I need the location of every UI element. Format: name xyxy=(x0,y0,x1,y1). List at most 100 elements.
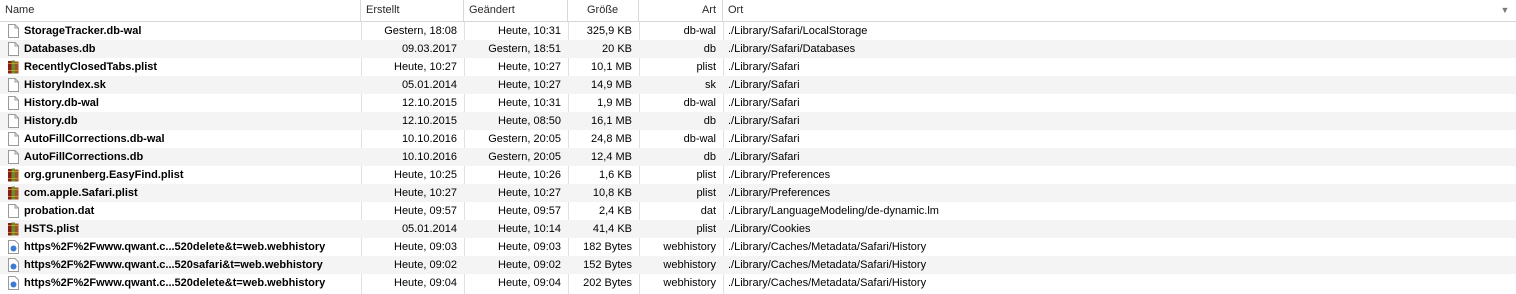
cell-modified: Heute, 10:31 xyxy=(498,25,561,37)
column-header-name[interactable]: Name xyxy=(0,0,361,21)
file-name: Databases.db xyxy=(24,43,96,55)
table-row[interactable]: https%2F%2Fwww.qwant.c...520safari&t=web… xyxy=(0,256,1516,274)
file-name: https%2F%2Fwww.qwant.c...520delete&t=web… xyxy=(24,241,326,253)
cell-size: 24,8 MB xyxy=(591,133,632,145)
plist-icon xyxy=(8,60,19,74)
file-name: History.db-wal xyxy=(24,97,99,109)
cell-location: ./Library/Safari xyxy=(728,61,800,73)
cell-name: RecentlyClosedTabs.plist xyxy=(0,58,361,76)
cell-kind: webhistory xyxy=(663,277,716,289)
column-header-modified[interactable]: Geändert xyxy=(464,0,568,21)
table-row[interactable]: HSTS.plist 05.01.2014 Heute, 10:14 41,4 KB p… xyxy=(0,220,1516,238)
chevron-down-icon[interactable]: ▼ xyxy=(1499,0,1511,21)
cell-size: 10,1 MB xyxy=(591,61,632,73)
cell-size: 41,4 KB xyxy=(592,223,632,235)
cell-created: Heute, 09:02 xyxy=(394,259,457,271)
table-row[interactable]: org.grunenberg.EasyFind.plist Heute, 10:2… xyxy=(0,166,1516,184)
file-name: History.db xyxy=(24,115,78,127)
cell-location: ./Library/Safari xyxy=(728,151,800,163)
cell-name: https%2F%2Fwww.qwant.c...520safari&t=web… xyxy=(0,256,361,274)
document-icon xyxy=(8,42,19,56)
cell-name: AutoFillCorrections.db-wal xyxy=(0,130,361,148)
cell-size: 12,4 MB xyxy=(591,151,632,163)
table-row[interactable]: com.apple.Safari.plist Heute, 10:27 Heute,… xyxy=(0,184,1516,202)
cell-kind: db xyxy=(703,115,716,127)
cell-created: 05.01.2014 xyxy=(401,79,457,91)
document-icon xyxy=(8,150,19,164)
table-row[interactable]: History.db 12.10.2015 Heute, 08:50 16,1 MB d… xyxy=(0,112,1516,130)
cell-kind: plist xyxy=(696,223,716,235)
table-row[interactable]: History.db-wal 12.10.2015 Heute, 10:31 1,9 … xyxy=(0,94,1516,112)
cell-location: ./Library/Safari/LocalStorage xyxy=(728,25,868,37)
cell-size: 1,6 KB xyxy=(598,169,632,181)
cell-location: ./Library/Cookies xyxy=(728,223,811,235)
document-icon xyxy=(8,78,19,92)
cell-created: Heute, 10:27 xyxy=(394,61,457,73)
cell-location: ./Library/Caches/Metadata/Safari/History xyxy=(728,241,927,253)
table-row[interactable]: StorageTracker.db-wal Gestern, 18:08 Heute… xyxy=(0,22,1516,40)
column-header-kind[interactable]: Art xyxy=(639,0,723,21)
document-icon xyxy=(8,204,19,218)
cell-modified: Heute, 09:04 xyxy=(498,277,561,289)
cell-location: ./Library/Preferences xyxy=(728,169,831,181)
table-row[interactable]: RecentlyClosedTabs.plist Heute, 10:27 Heut… xyxy=(0,58,1516,76)
cell-kind: db-wal xyxy=(683,25,716,37)
cell-modified: Heute, 10:27 xyxy=(498,61,561,73)
column-header-created[interactable]: Erstellt xyxy=(361,0,464,21)
cell-name: HistoryIndex.sk xyxy=(0,76,361,94)
document-icon xyxy=(8,96,19,110)
cell-created: Heute, 09:04 xyxy=(394,277,457,289)
table-row[interactable]: probation.dat Heute, 09:57 Heute, 09:57 2,4… xyxy=(0,202,1516,220)
cell-size: 16,1 MB xyxy=(591,115,632,127)
file-name: https%2F%2Fwww.qwant.c...520delete&t=web… xyxy=(24,277,326,289)
cell-location: ./Library/Safari/Databases xyxy=(728,43,856,55)
table-row[interactable]: HistoryIndex.sk 05.01.2014 Heute, 10:27 14,… xyxy=(0,76,1516,94)
cell-name: History.db xyxy=(0,112,361,130)
webhistory-icon xyxy=(8,258,19,272)
cell-name: org.grunenberg.EasyFind.plist xyxy=(0,166,361,184)
cell-kind: db xyxy=(703,151,716,163)
column-header-location[interactable]: Ort ▼ xyxy=(723,0,1516,21)
cell-kind: db xyxy=(703,43,716,55)
cell-modified: Gestern, 20:05 xyxy=(488,133,561,145)
cell-created: 10.10.2016 xyxy=(401,151,457,163)
cell-size: 10,8 KB xyxy=(592,187,632,199)
file-name: AutoFillCorrections.db-wal xyxy=(24,133,165,145)
cell-name: Databases.db xyxy=(0,40,361,58)
table-row[interactable]: Databases.db 09.03.2017 Gestern, 18:51 20 K… xyxy=(0,40,1516,58)
cell-modified: Heute, 10:27 xyxy=(498,187,561,199)
cell-location: ./Library/Safari xyxy=(728,97,800,109)
cell-kind: webhistory xyxy=(663,241,716,253)
table-header: Name Erstellt Geändert Größe Art Ort ▼ xyxy=(0,0,1516,22)
cell-name: https%2F%2Fwww.qwant.c...520delete&t=web… xyxy=(0,238,361,256)
cell-modified: Heute, 10:26 xyxy=(498,169,561,181)
plist-icon xyxy=(8,222,19,236)
cell-created: 12.10.2015 xyxy=(401,97,457,109)
cell-location: ./Library/Caches/Metadata/Safari/History xyxy=(728,259,927,271)
table-row[interactable]: AutoFillCorrections.db 10.10.2016 Gestern,… xyxy=(0,148,1516,166)
cell-kind: plist xyxy=(696,187,716,199)
file-name: https%2F%2Fwww.qwant.c...520safari&t=web… xyxy=(24,259,323,271)
cell-location: ./Library/Safari xyxy=(728,133,800,145)
cell-created: Heute, 10:25 xyxy=(394,169,457,181)
cell-name: probation.dat xyxy=(0,202,361,220)
cell-size: 1,9 MB xyxy=(597,97,632,109)
table-row[interactable]: https%2F%2Fwww.qwant.c...520delete&t=web… xyxy=(0,274,1516,292)
table-row[interactable]: AutoFillCorrections.db-wal 10.10.2016 Gest… xyxy=(0,130,1516,148)
cell-created: 05.01.2014 xyxy=(401,223,457,235)
cell-created: Heute, 09:03 xyxy=(394,241,457,253)
cell-created: Gestern, 18:08 xyxy=(384,25,457,37)
cell-kind: sk xyxy=(705,79,716,91)
document-icon xyxy=(8,132,19,146)
cell-created: 09.03.2017 xyxy=(401,43,457,55)
column-header-size[interactable]: Größe xyxy=(568,0,639,21)
cell-modified: Heute, 10:14 xyxy=(498,223,561,235)
cell-modified: Heute, 09:03 xyxy=(498,241,561,253)
cell-size: 325,9 KB xyxy=(586,25,632,37)
webhistory-icon xyxy=(8,276,19,290)
cell-kind: db-wal xyxy=(683,133,716,145)
cell-name: com.apple.Safari.plist xyxy=(0,184,361,202)
table-row[interactable]: https%2F%2Fwww.qwant.c...520delete&t=web… xyxy=(0,238,1516,256)
cell-created: 10.10.2016 xyxy=(401,133,457,145)
cell-size: 2,4 KB xyxy=(598,205,632,217)
